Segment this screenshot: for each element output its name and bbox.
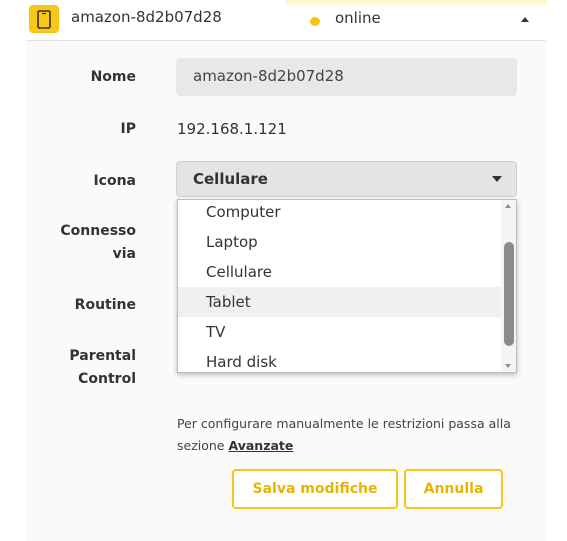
advanced-info-text: Per configurare manualmente le restrizio… — [177, 413, 527, 457]
name-label: Nome — [90, 69, 136, 85]
option-cellulare[interactable]: Cellulare — [178, 257, 501, 287]
save-button[interactable]: Salva modifiche — [232, 469, 398, 509]
connected-via-label: Connesso via — [40, 220, 136, 266]
ip-value: 192.168.1.121 — [177, 120, 287, 138]
parental-control-label: Parental Control — [40, 345, 136, 391]
name-field: amazon-8d2b07d28 — [176, 58, 517, 96]
smartphone-icon — [29, 5, 59, 33]
icon-dropdown-list[interactable]: Computer Laptop Cellulare Tablet TV Hard… — [177, 199, 517, 373]
scrollbar-thumb[interactable] — [504, 242, 514, 346]
parental-control-label-line1: Parental — [69, 348, 136, 364]
option-laptop[interactable]: Laptop — [178, 227, 501, 257]
device-header[interactable]: amazon-8d2b07d28 online — [26, 0, 546, 41]
scroll-down-arrow-icon[interactable] — [505, 364, 511, 368]
connected-via-label-line2: via — [112, 246, 136, 262]
status-text: online — [335, 9, 381, 27]
ip-label: IP — [120, 121, 136, 137]
status-indicator — [310, 17, 320, 26]
parental-control-label-line2: Control — [78, 371, 136, 387]
icon-select[interactable]: Cellulare — [176, 161, 517, 197]
chevron-down-icon — [492, 176, 502, 182]
dropdown-scrollbar[interactable] — [501, 200, 516, 372]
icon-select-value: Cellulare — [193, 170, 268, 188]
advanced-link[interactable]: Avanzate — [228, 438, 293, 453]
option-hard-disk[interactable]: Hard disk — [178, 347, 501, 372]
option-tablet[interactable]: Tablet — [178, 287, 501, 317]
option-computer[interactable]: Computer — [178, 200, 501, 227]
routine-label: Routine — [74, 297, 136, 313]
connected-via-label-line1: Connesso — [60, 223, 136, 239]
cancel-button[interactable]: Annulla — [404, 469, 503, 509]
scroll-up-arrow-icon[interactable] — [505, 204, 511, 208]
icon-label: Icona — [93, 173, 136, 189]
device-name: amazon-8d2b07d28 — [71, 8, 222, 26]
chevron-up-icon[interactable] — [521, 17, 529, 22]
option-tv[interactable]: TV — [178, 317, 501, 347]
